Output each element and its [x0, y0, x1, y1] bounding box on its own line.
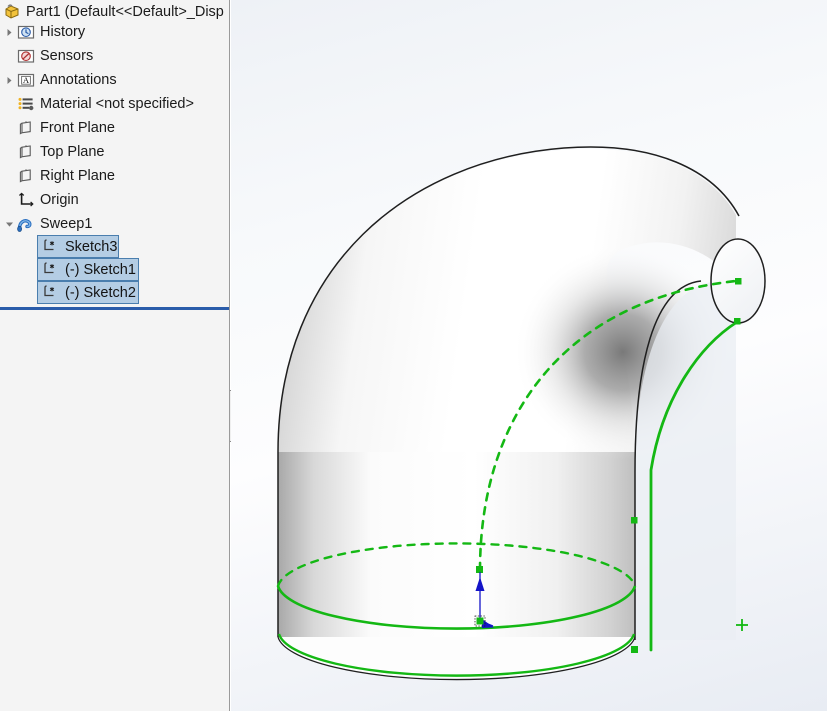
- tree-label-sensors: Sensors: [40, 48, 94, 64]
- tree-row-sketch2-selected[interactable]: (-) Sketch2: [37, 281, 139, 304]
- tree-row-history[interactable]: History: [2, 20, 85, 44]
- plane-icon: [16, 118, 36, 138]
- part-icon: [2, 2, 22, 22]
- sketch-icon: [40, 260, 60, 280]
- tree-row-sweep1[interactable]: Sweep1: [2, 212, 92, 236]
- material-icon: [16, 94, 36, 114]
- tree-label-annotations: Annotations: [40, 72, 117, 88]
- solidworks-window: Part1 (Default<<Default>_Disp History Se…: [0, 0, 827, 711]
- tree-label-origin: Origin: [40, 192, 79, 208]
- graphics-area[interactable]: [231, 0, 827, 711]
- tree-row-material[interactable]: Material <not specified>: [16, 92, 194, 116]
- tree-row-sketch1-selected[interactable]: (-) Sketch1: [37, 258, 139, 281]
- tree-label-sketch3: Sketch3: [65, 238, 118, 255]
- tree-row-top-plane[interactable]: Top Plane: [16, 140, 105, 164]
- part-root-label: Part1 (Default<<Default>_Disp: [26, 4, 224, 20]
- sweep-icon: [16, 214, 36, 234]
- tree-row-right-plane[interactable]: Right Plane: [16, 164, 115, 188]
- sketch-icon: [40, 237, 60, 257]
- tree-row-sketch3-selected[interactable]: Sketch3: [37, 235, 119, 258]
- plane-icon: [16, 142, 36, 162]
- tree-row-origin[interactable]: Origin: [16, 188, 79, 212]
- tree-row-annotations[interactable]: A Annotations: [2, 68, 117, 92]
- tree-label-top-plane: Top Plane: [40, 144, 105, 160]
- tree-label-history: History: [40, 24, 86, 40]
- origin-icon: [16, 190, 36, 210]
- sketch-point-path-bottom-center[interactable]: [476, 566, 483, 573]
- sketch-point-guide-bottom[interactable]: [631, 646, 638, 653]
- tree-label-front-plane: Front Plane: [40, 120, 115, 136]
- sketch-point-guide-mid[interactable]: [631, 517, 638, 524]
- origin-crosshair-marker[interactable]: [736, 619, 748, 631]
- chevron-right-icon[interactable]: [2, 68, 16, 92]
- plane-icon: [16, 166, 36, 186]
- origin-point-marker[interactable]: [476, 617, 484, 625]
- tree-rollback-bar[interactable]: [0, 307, 229, 310]
- tree-label-sketch2: (-) Sketch2: [65, 284, 136, 301]
- tree-label-right-plane: Right Plane: [40, 168, 115, 184]
- annotations-icon: A: [16, 70, 36, 90]
- feature-manager-tree[interactable]: Part1 (Default<<Default>_Disp History Se…: [0, 0, 230, 711]
- tree-label-sketch1: (-) Sketch1: [65, 261, 136, 278]
- chevron-right-icon[interactable]: [2, 20, 16, 44]
- tree-label-material: Material <not specified>: [40, 96, 194, 112]
- swept-elbow-solid[interactable]: [277, 146, 766, 681]
- sensors-icon: [16, 46, 36, 66]
- tree-row-front-plane[interactable]: Front Plane: [16, 116, 115, 140]
- sketch-point-guide-top[interactable]: [734, 318, 741, 325]
- sketch-point-top-circle-center[interactable]: [735, 278, 742, 285]
- tree-label-sweep1: Sweep1: [40, 216, 93, 232]
- history-icon: [16, 22, 36, 42]
- model-canvas[interactable]: [231, 0, 827, 711]
- chevron-down-icon[interactable]: [2, 212, 16, 236]
- sketch-icon: [40, 283, 60, 303]
- tree-row-sensors[interactable]: Sensors: [16, 44, 93, 68]
- bottom-cap-face: [278, 637, 635, 680]
- svg-text:A: A: [23, 75, 30, 85]
